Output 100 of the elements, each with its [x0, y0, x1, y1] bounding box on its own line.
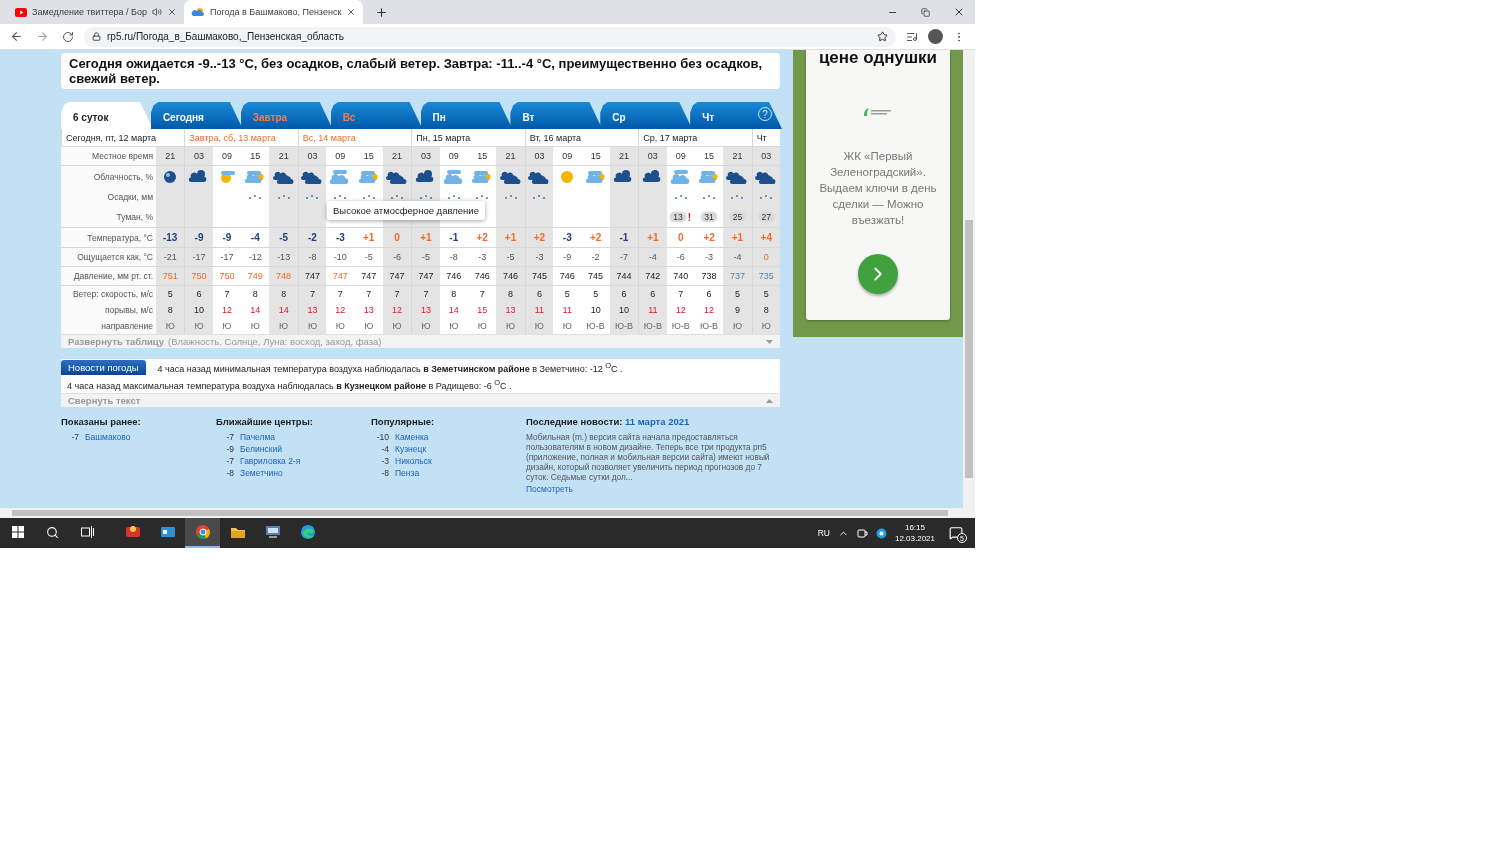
- forecast-tab[interactable]: Пн: [420, 102, 513, 129]
- pressure-cell: 747: [297, 267, 327, 286]
- city-link[interactable]: Никольск: [395, 456, 432, 466]
- pressure-cell: 747: [411, 267, 440, 286]
- news-text: 4 часа назад минимальная температура воздуха наблюдалась в Земетчинском районе в Земетчино: -12 $^{O}$C .: [156, 361, 623, 374]
- windows-icon: [11, 526, 24, 538]
- scrollbar-thumb[interactable]: [965, 220, 973, 478]
- precipitation-icon: [305, 194, 320, 200]
- wind-direction-cell: Ю-В: [609, 318, 639, 334]
- reload-icon: [62, 30, 74, 43]
- browser-icon: [193, 523, 212, 541]
- tab-title: Погода в Башмаково, Пензенск: [209, 7, 342, 17]
- plus-icon: [374, 5, 388, 19]
- city-link[interactable]: Кузнецк: [395, 444, 427, 454]
- search-icon: [46, 525, 59, 539]
- message-icon: [949, 526, 963, 540]
- wind-direction-cell: Ю: [751, 318, 780, 334]
- wind-direction-cell: Ю-В: [638, 318, 667, 334]
- time-cell: 21: [156, 147, 185, 166]
- city-link[interactable]: Гавриловка 2-я: [240, 456, 301, 466]
- wind-speed-cell: 7: [382, 286, 412, 302]
- forecast-tab[interactable]: 6 суток: [61, 102, 153, 129]
- city-link[interactable]: Белинский: [240, 444, 282, 454]
- wind-direction-cell: Ю: [382, 318, 412, 334]
- temperature-value: -3: [380, 456, 389, 466]
- browser-icon: [298, 523, 317, 541]
- forecast-tab[interactable]: Ср: [600, 102, 693, 129]
- pressure-cell: 742: [638, 267, 667, 286]
- pressure-cell: 744: [609, 267, 639, 286]
- precipitation-icon: [673, 194, 688, 200]
- table-cell: [156, 207, 185, 228]
- time-cell: 03: [751, 147, 780, 166]
- address-bar[interactable]: rp5.ru/Погода_в_Башмаково,_Пензенская_область: [84, 26, 896, 47]
- fog-value: 13: [670, 212, 686, 222]
- pressure-cell: 748: [269, 267, 298, 286]
- row-label: Местное время: [61, 147, 156, 166]
- wind-speed-cell: 5: [723, 286, 752, 302]
- news-title: Последние новости:: [526, 416, 623, 427]
- time-cell: 21: [269, 147, 298, 166]
- forecast-tab[interactable]: Вт: [510, 102, 603, 129]
- forecast-tab[interactable]: Сегодня: [150, 102, 243, 129]
- precipitation-icon: [702, 194, 717, 200]
- scrollbar-thumb[interactable]: [12, 510, 948, 516]
- gust-cell: 10: [184, 302, 213, 318]
- wind-speed-cell: 6: [609, 286, 639, 302]
- tab-title: Замедление твиттера / Бор: [32, 7, 147, 17]
- temperature-cell: +1: [411, 228, 440, 248]
- next-button[interactable]: [858, 254, 898, 294]
- avatar[interactable]: [928, 29, 943, 44]
- collapse-bar[interactable]: Свернуть текст: [61, 393, 780, 407]
- day-header: Сегодня, пт, 12 марта: [61, 129, 185, 147]
- browser-tab[interactable]: Погода в Башмаково, Пензенск: [183, 0, 364, 24]
- clock[interactable]: 16:15 12.03.2021: [894, 522, 935, 544]
- time-cell: 03: [411, 147, 440, 166]
- date-text: 12.03.2021: [894, 533, 935, 544]
- caret-icon: [766, 339, 773, 344]
- temperature-value: -7: [70, 432, 79, 442]
- wind-speed-cell: 7: [411, 286, 440, 302]
- computer-icon: [263, 523, 282, 541]
- temperature-cell: -1: [609, 228, 639, 248]
- restore-icon: [921, 7, 930, 17]
- wind-direction-cell: Ю: [297, 318, 327, 334]
- star-icon[interactable]: [877, 31, 888, 42]
- forecast-summary: Сегодня ожидается -9..-13 °C, без осадков, слабый ветер. Завтра: -11..-4 °C, преимущественно без осадков, свежий ветер.: [61, 53, 780, 89]
- city-link[interactable]: Каменка: [395, 432, 429, 442]
- playlist-icon: [906, 30, 918, 43]
- gust-cell: 8: [156, 302, 185, 318]
- wind-direction-cell: Ю: [524, 318, 554, 334]
- forecast-tab[interactable]: Чт ?: [690, 102, 782, 129]
- temperature-value: -9: [225, 444, 234, 454]
- temperature-cell: 0: [382, 228, 412, 248]
- row-label: Давление, мм рт. ст.: [61, 267, 156, 286]
- expand-table-bar[interactable]: Развернуть таблицу (Влажность. Солнце, Луна: восход, заход, фаза): [61, 334, 780, 348]
- precipitation-icon: [475, 194, 490, 200]
- news-date-link[interactable]: 11 марта 2021: [625, 416, 690, 427]
- wind-speed-cell: 6: [184, 286, 213, 302]
- gust-cell: 13: [411, 302, 440, 318]
- precipitation-icon: [503, 194, 518, 200]
- app-icon: [875, 527, 887, 539]
- temperature-cell: -5: [269, 228, 298, 248]
- browser-tab[interactable]: Замедление твиттера / Бор: [8, 0, 184, 24]
- city-link[interactable]: Земетчино: [240, 468, 283, 478]
- close-icon[interactable]: [346, 7, 357, 17]
- row-label: порывы, м/с: [61, 302, 156, 318]
- taskbar-app[interactable]: [185, 518, 220, 548]
- city-link[interactable]: Башмаково: [85, 432, 131, 442]
- read-more-link[interactable]: Посмотреть: [526, 484, 780, 494]
- temperature-cell: +1: [723, 228, 752, 248]
- time-cell: 21: [609, 147, 639, 166]
- wind-direction-cell: Ю: [184, 318, 213, 334]
- close-icon[interactable]: [166, 7, 177, 17]
- wind-direction-cell: Ю: [156, 318, 185, 334]
- row-label: Облачность, %: [61, 166, 156, 187]
- expand-label: Развернуть таблицу: [68, 336, 164, 347]
- city-link[interactable]: Пачелма: [240, 432, 276, 442]
- fog-value: 25: [729, 212, 746, 222]
- language-indicator[interactable]: RU: [817, 528, 830, 538]
- feels-like-cell: -6: [382, 248, 412, 267]
- city-link[interactable]: Пенза: [395, 468, 420, 478]
- precipitation-icon: [418, 194, 433, 200]
